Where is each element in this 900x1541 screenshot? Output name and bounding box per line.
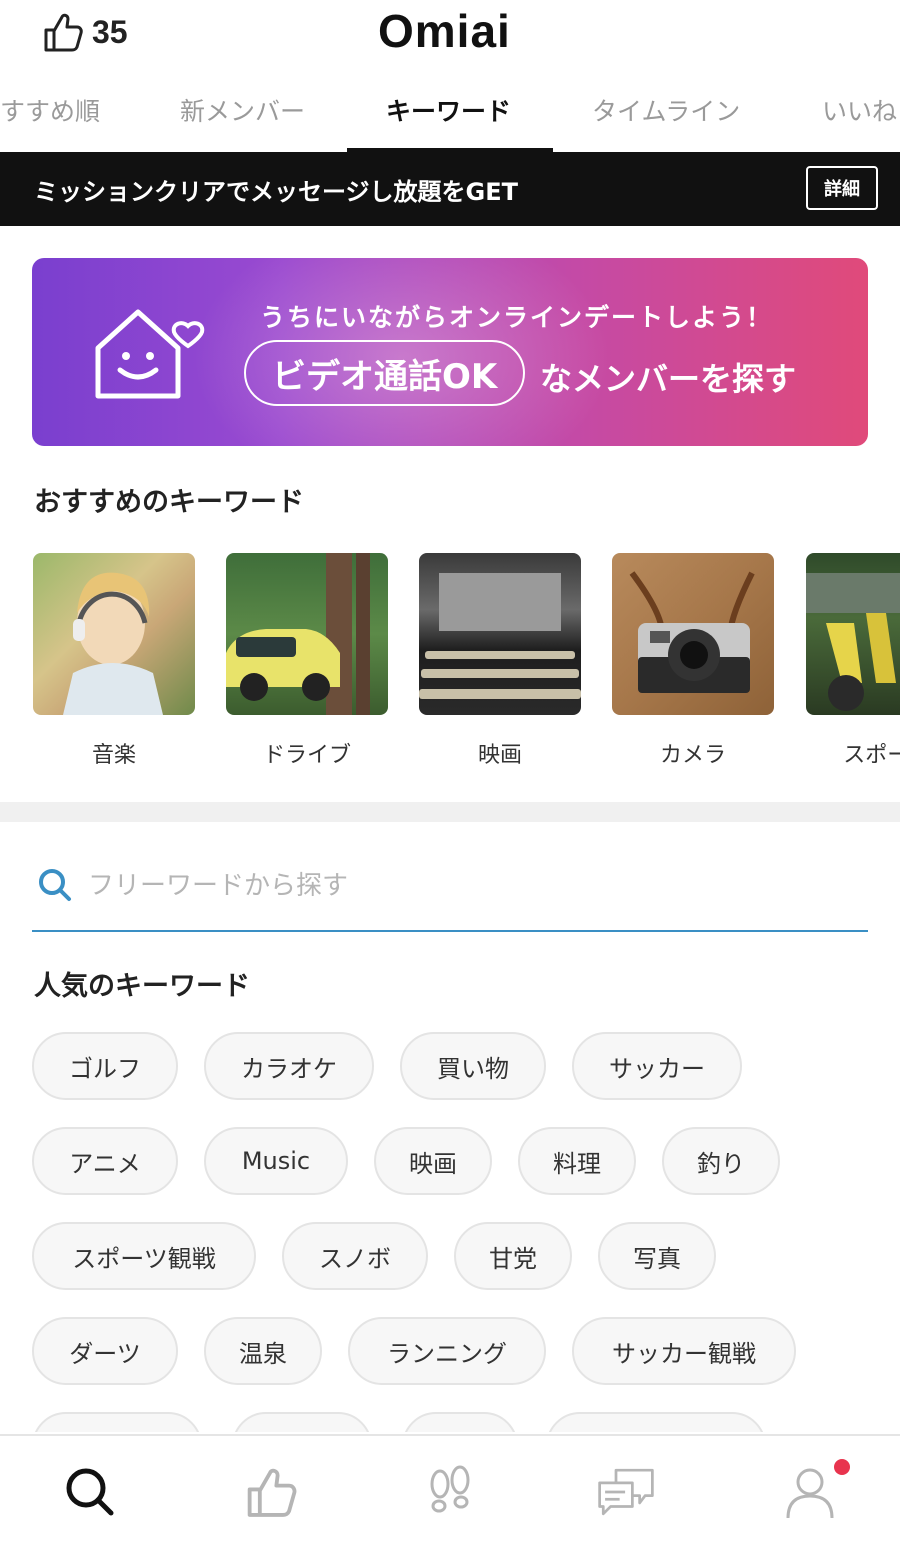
tab-keyword[interactable]: キーワード <box>386 92 511 128</box>
keyword-chip[interactable]: サッカー観戦 <box>572 1317 796 1385</box>
keyword-chip[interactable]: 温泉 <box>204 1317 322 1385</box>
reco-item-movie[interactable]: 映画 <box>419 553 581 769</box>
footprints-icon <box>430 1465 470 1513</box>
section-divider <box>0 802 900 822</box>
reco-item-sports[interactable]: スポーツ <box>806 553 900 769</box>
tab-bar: すすめ順 新メンバー キーワード タイムライン いいね <box>0 80 900 152</box>
nav-profile[interactable] <box>780 1462 840 1522</box>
bottom-navigation <box>0 1434 900 1541</box>
tab-likes[interactable]: いいね <box>822 92 897 128</box>
keyword-chip[interactable]: ランニング <box>348 1317 546 1385</box>
nav-search[interactable] <box>60 1462 120 1522</box>
keyword-chip[interactable]: 買い物 <box>400 1032 546 1100</box>
reco-label-sports: スポーツ <box>843 743 900 768</box>
search-icon <box>66 1468 114 1516</box>
keyword-chip-partial[interactable] <box>32 1412 202 1432</box>
banner-subline: なメンバーを探す <box>540 360 797 398</box>
reco-label-drive: ドライブ <box>262 743 351 768</box>
keyword-chip[interactable]: 料理 <box>518 1127 636 1195</box>
video-call-banner[interactable]: うちにいながらオンラインデートしよう！ ビデオ通話OK なメンバーを探す <box>32 258 868 446</box>
smiling-house-icon <box>95 309 205 399</box>
banner-video-ok-pill: ビデオ通話OK <box>244 340 526 406</box>
nav-likes[interactable] <box>240 1462 300 1522</box>
keyword-chip[interactable]: 写真 <box>598 1222 716 1290</box>
keyword-chip[interactable]: サッカー <box>572 1032 742 1100</box>
keyword-chip[interactable]: スノボ <box>282 1222 428 1290</box>
sports-photo <box>806 553 900 715</box>
keyword-chip[interactable]: Music <box>204 1127 348 1195</box>
popular-keyword-chips: ゴルフ カラオケ 買い物 サッカー アニメ Music 映画 料理 釣り スポー… <box>32 1032 872 1432</box>
movie-photo <box>419 553 581 715</box>
keyword-chip-partial[interactable] <box>232 1412 372 1432</box>
keyword-chip-partial[interactable] <box>546 1412 766 1432</box>
music-photo <box>33 553 195 715</box>
thumbs-up-icon <box>44 13 83 52</box>
mission-text: ミッションクリアでメッセージし放題をGET <box>34 178 518 206</box>
omiai-logo: Omiai <box>378 5 511 57</box>
recommended-keywords-title: おすすめのキーワード <box>34 487 304 518</box>
keyword-chip[interactable]: スポーツ観戦 <box>32 1222 256 1290</box>
mission-bar[interactable]: ミッションクリアでメッセージし放題をGET <box>0 152 900 226</box>
keyword-chip[interactable]: 甘党 <box>454 1222 572 1290</box>
reco-item-music[interactable]: 音楽 <box>33 553 195 769</box>
tab-recommended-order[interactable]: すすめ順 <box>0 92 100 128</box>
reco-label-camera: カメラ <box>659 743 726 768</box>
profile-notification-dot <box>834 1459 850 1475</box>
freeword-search[interactable] <box>32 852 868 932</box>
popular-keywords-title: 人気のキーワード <box>34 971 250 1002</box>
drive-photo <box>226 553 388 715</box>
search-icon <box>39 869 71 901</box>
person-icon <box>786 1468 834 1519</box>
reco-label-music: 音楽 <box>91 743 136 768</box>
mission-details-button[interactable]: 詳細 <box>806 166 878 210</box>
reco-item-camera[interactable]: カメラ <box>612 553 774 769</box>
freeword-search-input[interactable] <box>88 862 848 910</box>
top-header: 35 Omiai <box>0 0 900 76</box>
reco-item-drive[interactable]: ドライブ <box>226 553 388 769</box>
likes-counter[interactable]: 35 <box>40 10 128 54</box>
tab-new-members[interactable]: 新メンバー <box>180 92 305 128</box>
camera-photo <box>612 553 774 715</box>
banner-headline: うちにいながらオンラインデートしよう！ <box>260 303 774 332</box>
nav-messages[interactable] <box>596 1462 656 1522</box>
tab-timeline[interactable]: タイムライン <box>592 92 740 128</box>
likes-count: 35 <box>92 13 128 50</box>
recommended-keywords-carousel[interactable]: 音楽 ドライブ 映画 カメラ スポー <box>0 553 900 773</box>
nav-footprints[interactable] <box>420 1462 480 1522</box>
keyword-chip[interactable]: ダーツ <box>32 1317 178 1385</box>
chat-icon <box>598 1468 654 1516</box>
reco-label-movie: 映画 <box>477 743 522 768</box>
thumbs-up-icon <box>247 1468 297 1517</box>
keyword-chip-partial[interactable] <box>402 1412 518 1432</box>
keyword-chip[interactable]: アニメ <box>32 1127 178 1195</box>
keyword-chip[interactable]: ゴルフ <box>32 1032 178 1100</box>
keyword-chip[interactable]: カラオケ <box>204 1032 374 1100</box>
keyword-chip[interactable]: 釣り <box>662 1127 780 1195</box>
keyword-chip[interactable]: 映画 <box>374 1127 492 1195</box>
